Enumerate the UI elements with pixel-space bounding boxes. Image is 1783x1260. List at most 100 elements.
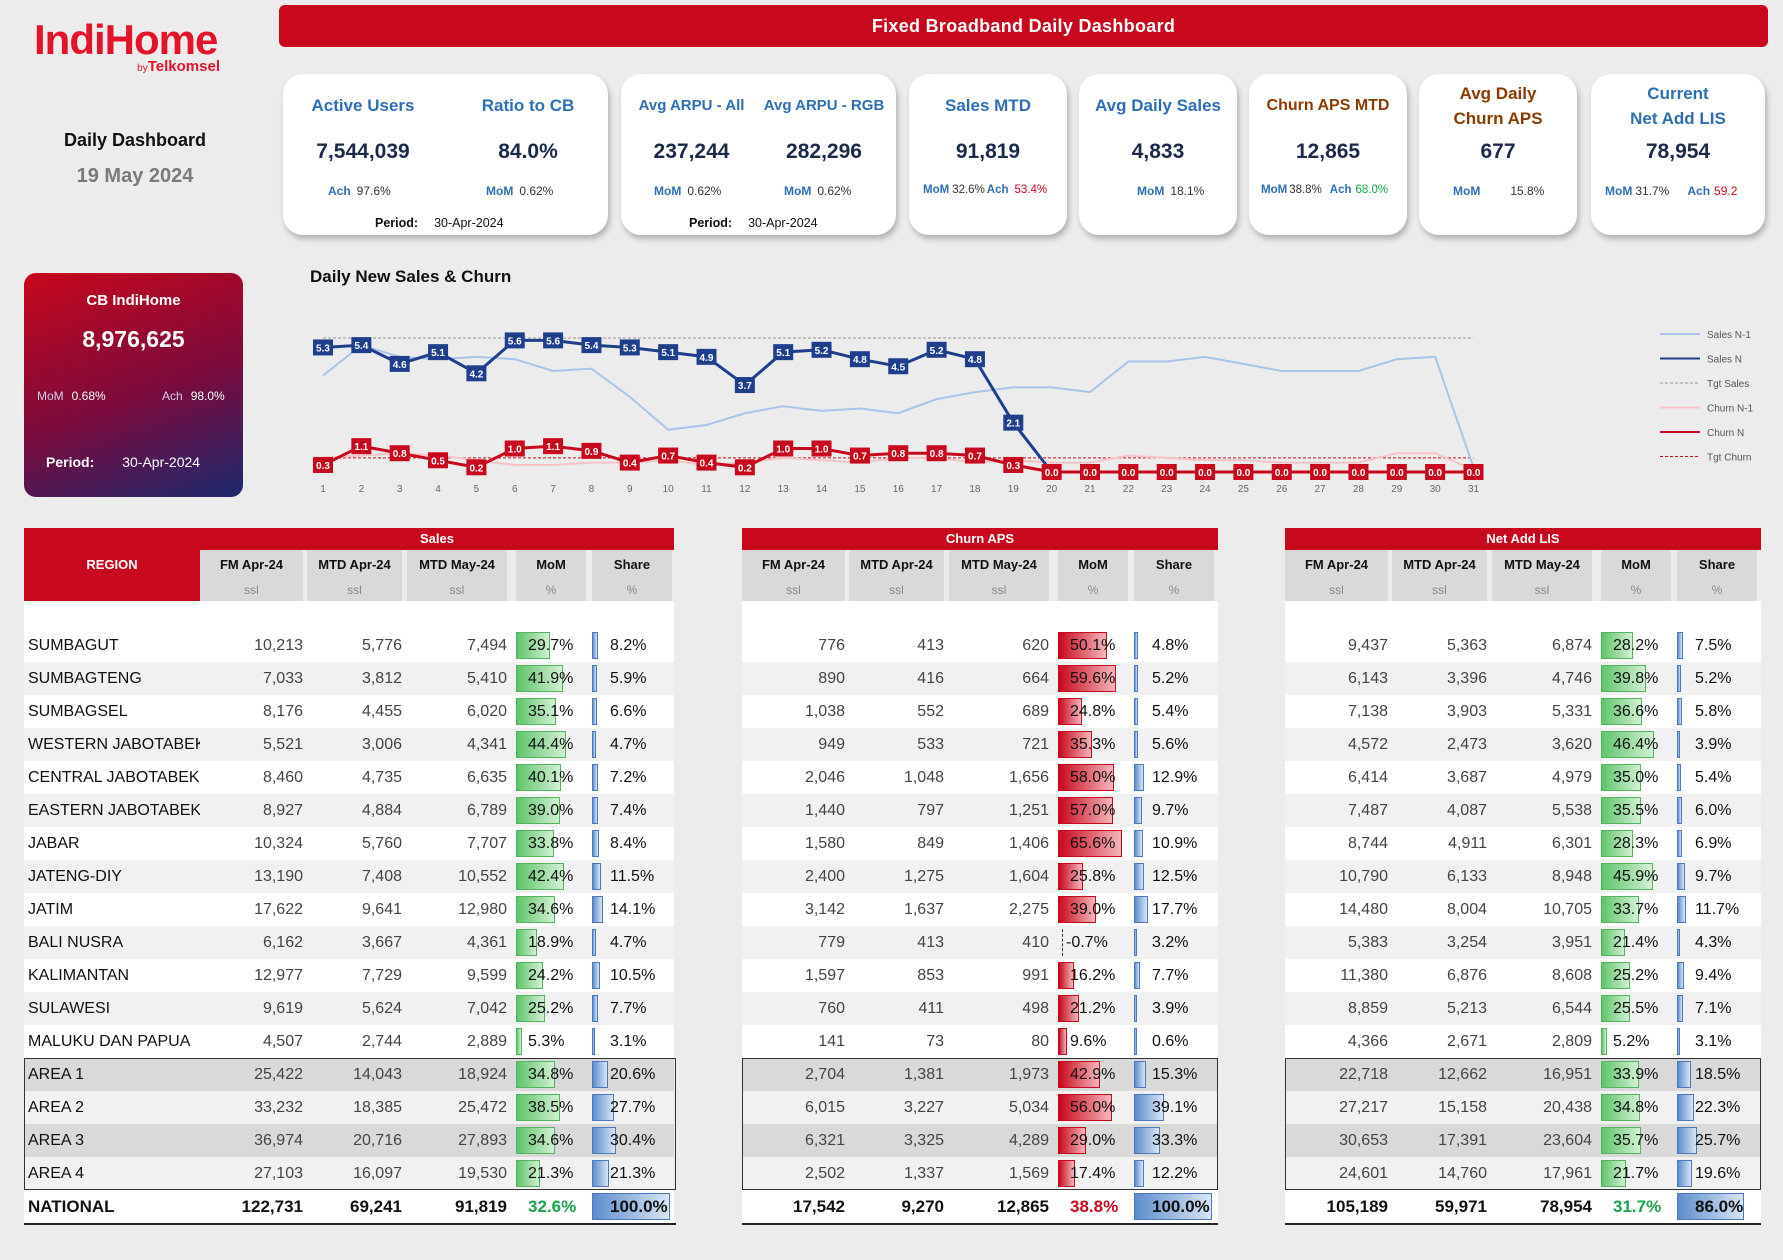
sales-data-label: 4.2 [469,369,483,380]
value-cell: 7,729 [361,967,402,984]
churn-data-label: 0.7 [968,452,982,463]
value-cell: 1,406 [1008,835,1049,852]
kpi-title: Avg ARPU - RGB [763,97,885,114]
share-cell: 5.2% [1695,670,1732,687]
share-bar [592,863,601,890]
region-name: BALI NUSRA [28,934,124,951]
column-unit: ssl [742,580,845,601]
column-unit: % [1058,580,1128,601]
mom-cell: 28.2% [1613,637,1659,654]
value-cell: 6,544 [1551,1000,1592,1017]
mom-cell: 58.0% [1070,769,1116,786]
column-unit: ssl [849,580,944,601]
value-cell: 4,911 [1448,835,1487,852]
value-cell: 1,275 [903,868,944,885]
mom-cell: 25.2% [1613,967,1659,984]
x-tick-label: 7 [550,484,556,495]
value-cell: 1,048 [903,769,944,786]
mom-cell: 5.2% [1613,1033,1650,1050]
share-cell: 86.0% [1695,1197,1744,1216]
table-row: 8,859 5,213 6,544 25.5% 7.1% [1285,992,1761,1025]
kpi-title: Avg Daily Sales [1095,96,1221,115]
kpi-meta: MoM 0.62% [486,184,554,198]
share-cell: 7.2% [610,769,647,786]
mom-cell: 29.7% [528,637,574,654]
region-header: REGION [24,528,200,601]
value-cell: 91,819 [455,1197,507,1216]
value-cell: 105,189 [1326,1197,1388,1216]
share-cell: 9.4% [1695,967,1732,984]
x-tick-label: 23 [1161,484,1173,495]
value-cell: 849 [917,835,944,852]
region-name: SULAWESI [28,1000,111,1017]
column-unit: % [592,580,672,601]
kpi-card-sales-mtd: Sales MTD 91,819 MoM 32.6% Ach 53.4% [909,74,1067,235]
mom-cell: 41.9% [528,670,574,687]
indihome-logo: IndiHome byTelkomsel [34,18,234,78]
churn-data-label: 1.0 [508,445,522,456]
churn-data-label: 0.2 [738,463,752,474]
mom-cell: 24.8% [1070,703,1116,720]
value-cell: 73 [926,1033,944,1050]
value-cell: 2,275 [1008,901,1049,918]
cb-indihome-card: CB IndiHome 8,976,625 MoM 0.68% Ach 98.0% … [24,273,243,497]
table-row: 7,138 3,903 5,331 36.6% 5.8% [1285,695,1761,728]
churn-data-label: 0.8 [930,449,944,460]
column-header: MTD May-24 [949,550,1049,580]
share-cell: 4.7% [610,934,647,951]
churn-data-label: 1.1 [546,442,560,453]
value-cell: 10,324 [254,835,303,852]
x-tick-label: 1 [320,484,326,495]
mom-cell: 57.0% [1070,802,1116,819]
value-cell: 4,979 [1551,769,1592,786]
value-cell: 416 [917,670,944,687]
value-cell: 5,363 [1446,637,1487,654]
value-cell: 5,331 [1551,703,1592,720]
value-cell: 797 [917,802,944,819]
value-cell: 7,033 [262,670,303,687]
sales-data-label: 5.1 [776,348,790,359]
region-name: SUMBAGUT [28,637,119,654]
table-row: 9,619 5,624 7,042 25.2% 7.7% [200,992,674,1025]
dashboard-title: Daily Dashboard [63,130,207,150]
table-row: 8,744 4,911 6,301 28.3% 6.9% [1285,827,1761,860]
table-row: 949 533 721 35.3% 5.6% [742,728,1218,761]
share-cell: 3.1% [1695,1033,1732,1050]
x-tick-label: 8 [589,484,595,495]
table-row: 8,460 4,735 6,635 40.1% 7.2% [200,761,674,794]
kpi-title: Avg Daily [1459,84,1537,103]
value-cell: 6,162 [262,934,303,951]
kpi-title: Active Users [311,96,415,115]
value-cell: 3,687 [1446,769,1487,786]
region-name: JABAR [28,835,80,852]
value-cell: 721 [1022,736,1049,753]
mom-cell: 65.6% [1070,835,1116,852]
table-row: 890 416 664 59.6% 5.2% [742,662,1218,695]
mom-cell: 25.2% [528,1000,574,1017]
share-cell: 7.1% [1695,1000,1732,1017]
logo-subtext: byTelkomsel [137,58,220,75]
value-cell: 5,538 [1551,802,1592,819]
legend-label: Churn N [1707,428,1744,439]
value-cell: 4,572 [1347,736,1388,753]
share-cell: 100.0% [610,1197,668,1216]
value-cell: 4,087 [1446,802,1487,819]
mom-bar [1058,1028,1068,1055]
mom-cell: 33.7% [1613,901,1659,918]
kpi-meta: MoM 18.1% [1137,184,1205,198]
table-row: 10,213 5,776 7,494 29.7% 8.2% [200,629,674,662]
column-unit: ssl [307,580,402,601]
share-cell: 15.3% [1152,1066,1198,1083]
mom-cell: 38.8% [1070,1197,1119,1216]
share-bar [1134,1028,1137,1055]
value-cell: 9,270 [901,1197,944,1216]
value-cell: 7,487 [1347,802,1388,819]
value-cell: 122,731 [241,1197,303,1216]
value-cell: 2,473 [1446,736,1487,753]
value-cell: 1,038 [804,703,845,720]
sales-data-label: 5.2 [930,346,944,357]
kpi-meta: MoM 0.62% [784,184,852,198]
value-cell: 3,812 [361,670,402,687]
mom-cell: 16.2% [1070,967,1116,984]
value-cell: 1,597 [804,967,845,984]
